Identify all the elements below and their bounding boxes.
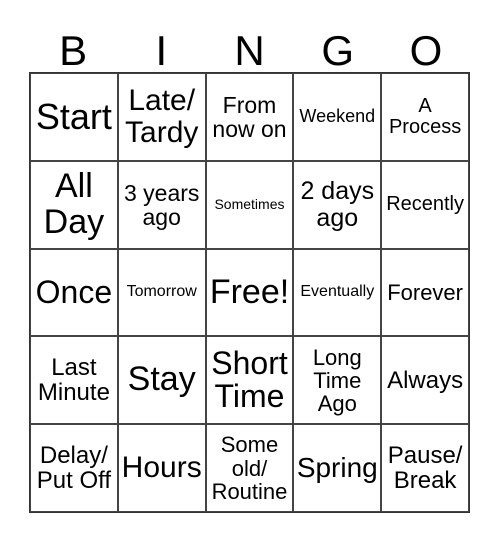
bingo-cell[interactable]: Pause/ Break (381, 424, 469, 512)
bingo-cell[interactable]: Weekend (293, 73, 382, 161)
header-letter: B (59, 27, 88, 74)
header-letter: I (155, 27, 168, 74)
bingo-cell[interactable]: Long Time Ago (293, 336, 382, 425)
bingo-cell[interactable]: 3 years ago (117, 160, 206, 249)
bingo-cell[interactable]: Sometimes (205, 160, 294, 249)
bingo-cell[interactable]: Once (30, 248, 118, 337)
bingo-cell[interactable]: All Day (30, 160, 118, 249)
bingo-cell[interactable]: Spring (293, 424, 382, 512)
bingo-cell[interactable]: Free! (205, 248, 294, 337)
bingo-cell[interactable]: Stay (117, 336, 206, 425)
bingo-cell[interactable]: Hours (117, 424, 206, 512)
bingo-cell[interactable]: Late/ Tardy (117, 73, 206, 161)
bingo-cell[interactable]: Eventually (293, 248, 382, 337)
header-letter: O (409, 27, 443, 74)
bingo-grid: Start Late/ Tardy From now on Weekend A Proc… (29, 72, 470, 513)
bingo-cell[interactable]: Recently (381, 160, 469, 249)
bingo-cell[interactable]: Last Minute (30, 336, 118, 425)
bingo-cell[interactable]: Forever (381, 248, 469, 337)
bingo-cell[interactable]: A Process (381, 73, 469, 161)
bingo-cell[interactable]: Tomorrow (117, 248, 206, 337)
bingo-cell[interactable]: Start (30, 73, 118, 161)
bingo-cell[interactable]: Always (381, 336, 469, 425)
bingo-cell[interactable]: From now on (205, 73, 294, 161)
bingo-cell[interactable]: Short Time (205, 336, 294, 425)
bingo-cell[interactable]: 2 days ago (293, 160, 382, 249)
bingo-header: B I N G O (29, 28, 470, 74)
bingo-cell[interactable]: Some old/ Routine (205, 424, 294, 512)
header-letter: N (234, 27, 265, 74)
header-letter: G (321, 27, 355, 74)
bingo-cell[interactable]: Delay/ Put Off (30, 424, 118, 512)
